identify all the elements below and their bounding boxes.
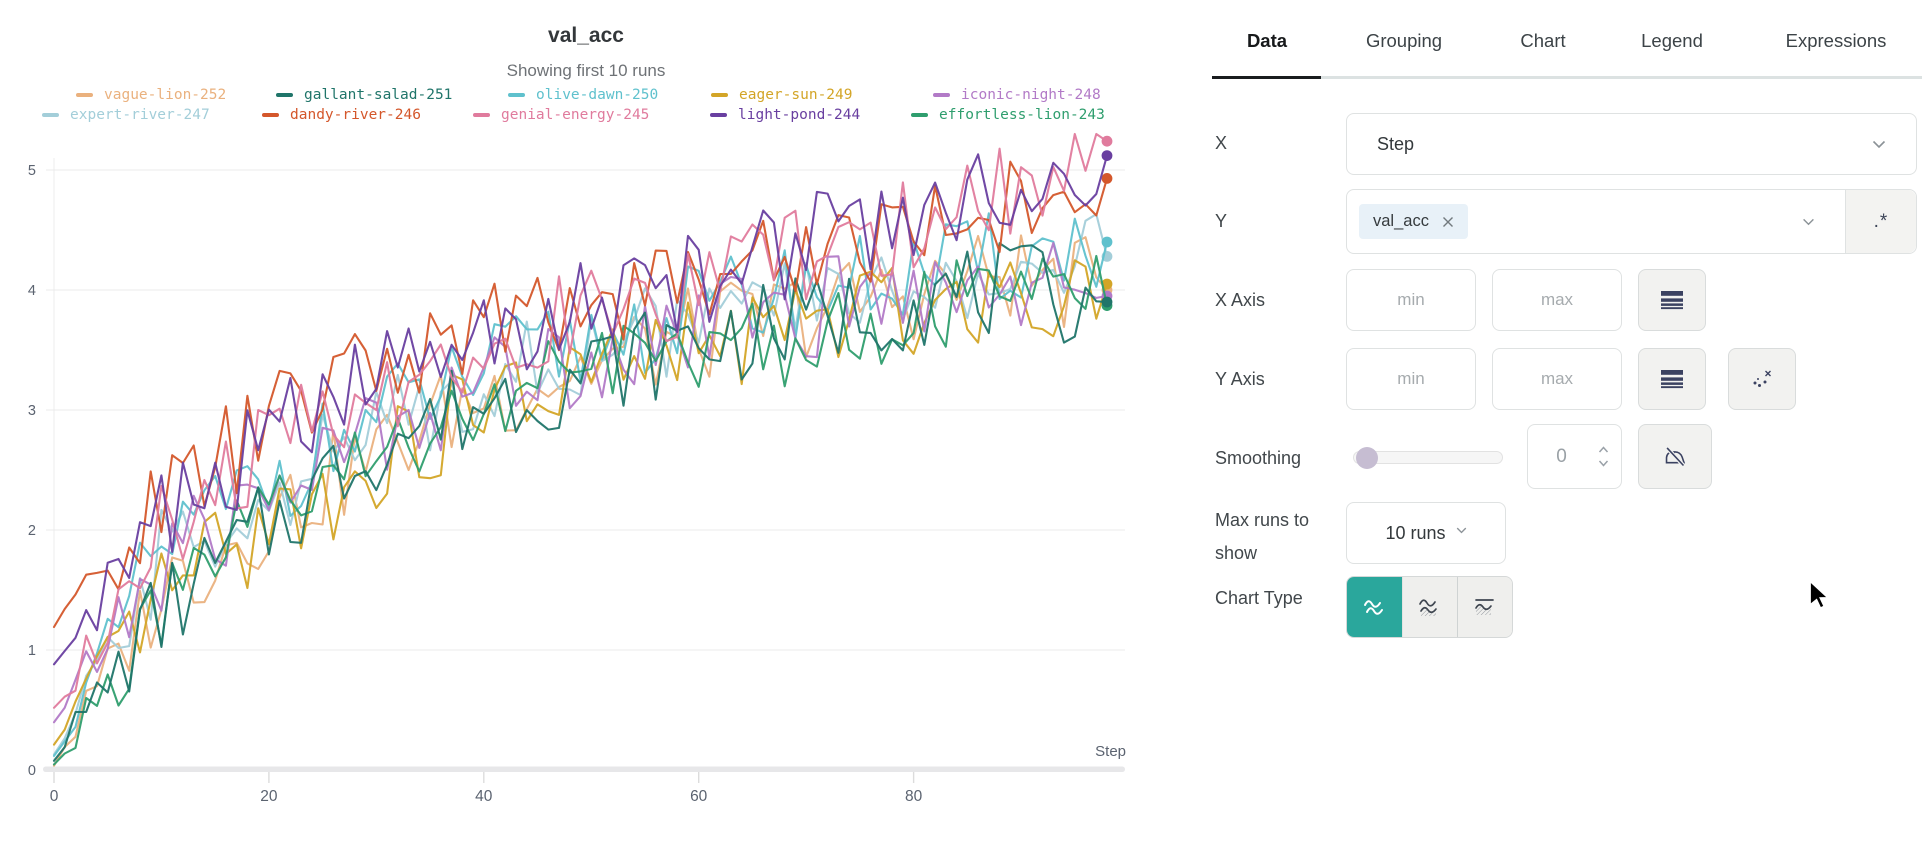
x-metric-select[interactable]: Step xyxy=(1346,113,1917,175)
x-axis-label: X Axis xyxy=(1215,290,1265,311)
svg-text:40: 40 xyxy=(475,788,493,805)
x-axis-min-field[interactable] xyxy=(1346,269,1476,331)
y-metric-tag-label: val_acc xyxy=(1373,212,1429,231)
svg-text:1: 1 xyxy=(28,643,36,659)
smoothing-slider-thumb[interactable] xyxy=(1356,447,1378,469)
chart-editor-screen: val_acc Showing first 10 runs vague-lion… xyxy=(0,0,1930,844)
tab-expressions[interactable]: Expressions xyxy=(1786,30,1887,52)
svg-text:0: 0 xyxy=(28,763,36,779)
max-runs-select[interactable]: 10 runs xyxy=(1346,502,1506,564)
stepper-arrows-icon[interactable] xyxy=(1598,445,1609,469)
svg-text:0: 0 xyxy=(50,788,59,805)
disable-smoothing-button[interactable] xyxy=(1638,424,1712,489)
area-chart-icon xyxy=(1416,594,1444,620)
x-metric-value: Step xyxy=(1377,134,1414,155)
smoothing-label: Smoothing xyxy=(1215,448,1301,469)
chevron-down-icon xyxy=(1802,218,1815,226)
svg-text:20: 20 xyxy=(260,788,278,805)
tab-chart[interactable]: Chart xyxy=(1520,30,1565,52)
chevron-down-icon xyxy=(1456,527,1467,534)
svg-text:3: 3 xyxy=(28,403,36,419)
line-plot[interactable]: 0 20 40 60 80 0 1 2 3 4 5 Step xyxy=(0,0,1180,844)
log-scale-icon xyxy=(1660,291,1684,310)
chart-type-minmax-button[interactable] xyxy=(1457,577,1512,637)
max-runs-label-line2: show xyxy=(1215,537,1345,570)
ignore-outliers-icon xyxy=(1750,368,1774,390)
svg-text:4: 4 xyxy=(28,283,36,299)
chart-type-line-button[interactable] xyxy=(1347,577,1402,637)
x-axis-min-input[interactable] xyxy=(1347,270,1475,330)
y-regex-button[interactable]: .* xyxy=(1845,190,1916,253)
svg-text:60: 60 xyxy=(690,788,708,805)
y-axis-max-field[interactable] xyxy=(1492,348,1622,410)
no-smoothing-iron-icon xyxy=(1662,444,1688,470)
svg-text:Step: Step xyxy=(1095,743,1126,760)
max-runs-value: 10 runs xyxy=(1385,523,1445,544)
y-metric-select[interactable]: val_acc .* xyxy=(1346,189,1917,254)
svg-text:80: 80 xyxy=(905,788,923,805)
line-chart-icon xyxy=(1361,594,1389,620)
mouse-cursor xyxy=(1806,580,1832,610)
tabs-underline-active xyxy=(1212,76,1321,79)
y-row-label: Y xyxy=(1215,211,1227,232)
chart-type-label: Chart Type xyxy=(1215,588,1303,609)
chart-type-button-group xyxy=(1346,576,1513,638)
remove-tag-icon[interactable] xyxy=(1442,216,1454,228)
x-axis-max-input[interactable] xyxy=(1493,270,1621,330)
y-axis-max-input[interactable] xyxy=(1493,349,1621,409)
minmax-band-icon xyxy=(1471,594,1499,620)
x-axis-log-scale-button[interactable] xyxy=(1638,269,1706,331)
tab-data[interactable]: Data xyxy=(1247,30,1287,52)
log-scale-icon xyxy=(1660,370,1684,389)
y-metric-tag[interactable]: val_acc xyxy=(1359,204,1468,239)
chart-type-area-button[interactable] xyxy=(1402,577,1457,637)
max-runs-label-line1: Max runs to xyxy=(1215,504,1345,537)
x-row-label: X xyxy=(1215,133,1227,154)
chevron-down-icon xyxy=(1872,140,1886,149)
svg-text:5: 5 xyxy=(28,163,36,179)
ignore-outliers-button[interactable] xyxy=(1728,348,1796,410)
y-axis-label: Y Axis xyxy=(1215,369,1265,390)
tab-grouping[interactable]: Grouping xyxy=(1366,30,1442,52)
y-axis-log-scale-button[interactable] xyxy=(1638,348,1706,410)
y-axis-min-input[interactable] xyxy=(1347,349,1475,409)
y-axis-min-field[interactable] xyxy=(1346,348,1476,410)
svg-text:2: 2 xyxy=(28,523,36,539)
run-chart-panel: val_acc Showing first 10 runs vague-lion… xyxy=(0,0,1180,844)
x-axis-max-field[interactable] xyxy=(1492,269,1622,331)
smoothing-value-field[interactable] xyxy=(1527,424,1622,489)
max-runs-label: Max runs to show xyxy=(1215,504,1345,570)
tab-legend[interactable]: Legend xyxy=(1641,30,1703,52)
